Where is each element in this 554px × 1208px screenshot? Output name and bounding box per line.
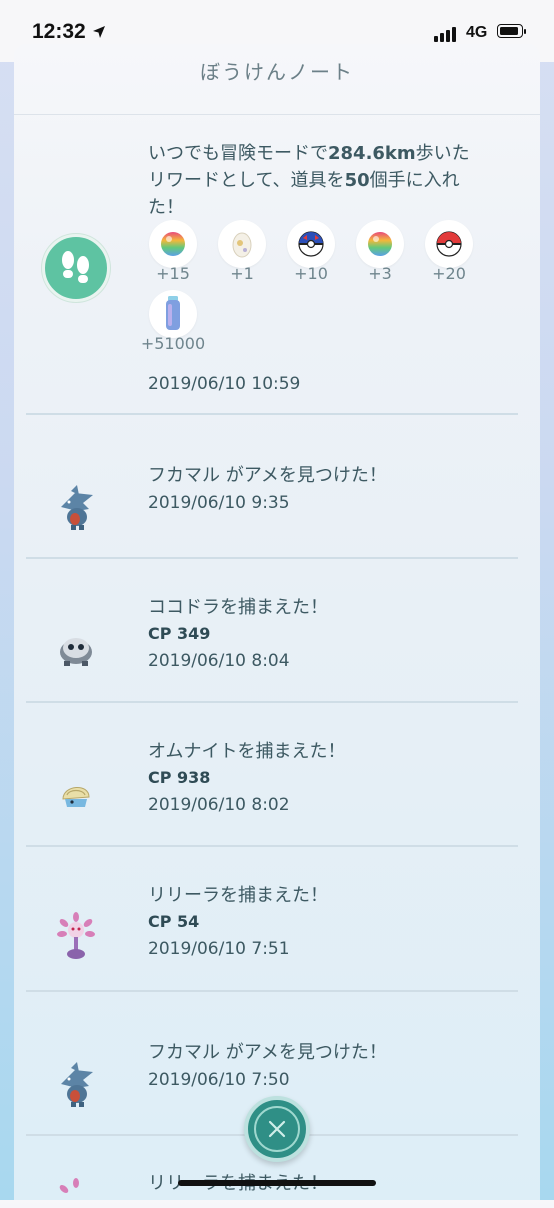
entry-date: 2019/06/10 10:59 (148, 374, 301, 394)
reward-items: +15 +1 +10 +3 +20 +51000 (141, 220, 508, 353)
page-title: ぼうけんノート (200, 60, 354, 84)
reward-item: +20 (414, 220, 484, 283)
gible-icon (61, 485, 93, 530)
title-divider (14, 114, 540, 115)
home-indicator[interactable] (178, 1180, 376, 1186)
entry-date: 2019/06/10 7:50 (148, 1070, 290, 1090)
lileep-icon (59, 1178, 79, 1193)
lileep-icon (57, 912, 95, 959)
reward-line-1: いつでも冒険モードで284.6km歩いた (148, 143, 470, 164)
entry-message: フカマル がアメを見つけた！ (148, 1042, 387, 1063)
reward-line-3: た！ (148, 197, 184, 218)
journal-entry[interactable]: リリーラを捕まえた！ CP 54 2019/06/10 7:51 (26, 882, 518, 982)
entry-date: 2019/06/10 7:51 (148, 939, 290, 959)
entry-divider (26, 557, 518, 559)
left-edge (0, 0, 14, 1200)
entry-date: 2019/06/10 8:02 (148, 795, 290, 815)
steps-badge (40, 232, 112, 304)
great-ball-icon (298, 231, 324, 257)
entry-divider (26, 990, 518, 992)
reward-item: +3 (345, 220, 415, 283)
close-button[interactable] (244, 1096, 310, 1162)
poke-ball-icon (436, 231, 462, 257)
reward-line-2: リワードとして、道具を50個手に入れ (148, 170, 460, 191)
pokemon-sprite (40, 472, 112, 544)
footprints-icon (62, 251, 89, 283)
journal-entry[interactable]: フカマル がアメを見つけた！ 2019/06/10 9:35 (26, 462, 518, 542)
right-edge (540, 0, 554, 1200)
journal-entry[interactable]: オムナイトを捕まえた！ CP 938 2019/06/10 8:02 (26, 738, 518, 838)
reward-item: +15 (138, 220, 208, 283)
signal-icon (434, 26, 460, 42)
entry-date: 2019/06/10 8:04 (148, 651, 290, 671)
stardust-icon (166, 296, 180, 330)
gible-icon (61, 1062, 93, 1107)
reward-item: +51000 (138, 290, 208, 353)
journal-entry[interactable]: ココドラを捕まえた！ CP 349 2019/06/10 8:04 (26, 594, 518, 694)
pokemon-sprite (40, 758, 112, 830)
entry-divider (26, 413, 518, 415)
omanyte-icon (62, 787, 90, 807)
pokemon-sprite (40, 1049, 112, 1121)
pokemon-sprite (40, 614, 112, 686)
journal-entry-reward[interactable]: いつでも冒険モードで284.6km歩いた リワードとして、道具を50個手に入れ … (26, 140, 518, 400)
egg-icon (232, 232, 252, 258)
entry-divider (26, 845, 518, 847)
entry-cp: CP 54 (148, 912, 200, 931)
battery-icon (497, 24, 527, 40)
entry-message: ココドラを捕まえた！ (148, 597, 328, 618)
pokemon-sprite (40, 900, 112, 972)
entry-cp: CP 349 (148, 624, 211, 643)
entry-message: フカマル がアメを見つけた！ (148, 465, 387, 486)
pokemon-sprite (40, 1178, 112, 1208)
reward-item: +1 (207, 220, 277, 283)
status-time: 12:32 (32, 20, 86, 43)
entry-divider (26, 701, 518, 703)
location-arrow-icon (93, 26, 105, 38)
entry-message: リリーラを捕まえた！ (148, 885, 328, 906)
rainbow-candy-icon (368, 232, 392, 256)
entry-message: オムナイトを捕まえた！ (148, 741, 346, 762)
rainbow-candy-icon (161, 232, 185, 256)
entry-cp: CP 938 (148, 768, 211, 787)
network-type: 4G (466, 24, 488, 41)
aron-icon (60, 638, 92, 666)
entry-date: 2019/06/10 9:35 (148, 493, 290, 513)
reward-item: +10 (276, 220, 346, 283)
close-icon (268, 1120, 286, 1138)
